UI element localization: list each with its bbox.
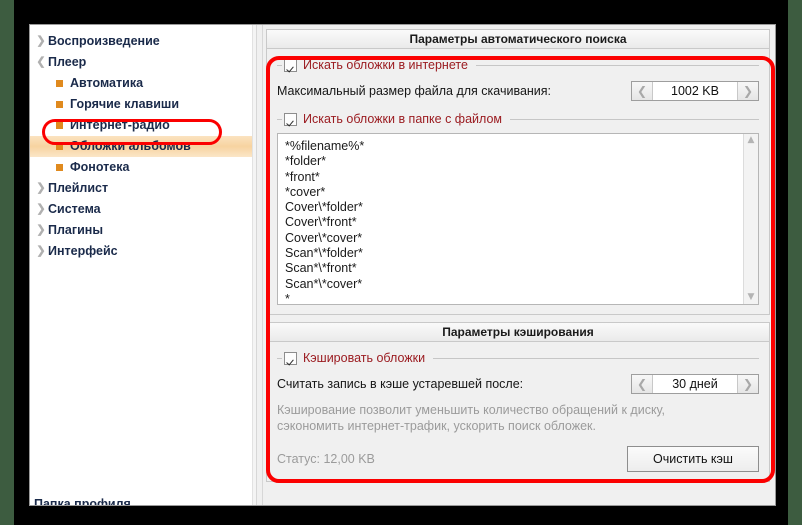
cache-expiry-label: Считать запись в кэше устаревшей после: [277, 377, 524, 391]
sidebar-item-label: Интернет-радио [70, 118, 170, 133]
search-covers-folder-checkbox[interactable] [284, 112, 297, 126]
sidebar-item-label: Система [48, 202, 101, 217]
bullet-square-icon [56, 101, 63, 108]
chevron-right-icon[interactable]: ❯ [34, 225, 48, 236]
internet-search-group: Искать обложки в интернете Максимальный … [277, 58, 759, 101]
sidebar-item-album-covers[interactable]: Обложки альбомов [30, 136, 256, 157]
group-rule-left [277, 357, 282, 359]
max-file-size-row: Максимальный размер файла для скачивания… [277, 81, 759, 101]
chevron-right-icon[interactable]: ❯ [737, 375, 758, 393]
sidebar-scrollbar[interactable] [252, 25, 256, 505]
autosearch-section-title: Параметры автоматического поиска [409, 32, 627, 46]
cover-filename-patterns-textarea[interactable]: *%filename%* *folder* *front* *cover* Co… [277, 133, 759, 305]
search-covers-folder-label: Искать обложки в папке с файлом [303, 112, 503, 126]
settings-content-pane: Параметры автоматического поиска Искать … [263, 25, 775, 505]
autosearch-section-body: Искать обложки в интернете Максимальный … [266, 49, 770, 315]
settings-window: ❯ Воспроизведение ❮ Плеер Автоматика Гор… [29, 24, 776, 506]
cache-covers-group: Кэшировать обложки Считать запись в кэше… [277, 351, 759, 472]
sidebar-item-playlist[interactable]: ❯ Плейлист [30, 178, 256, 199]
sidebar-item-hotkeys[interactable]: Горячие клавиши [30, 94, 256, 115]
caching-help-text: Кэширование позволит уменьшить количеств… [277, 403, 666, 433]
sidebar-item-label: Интерфейс [48, 244, 118, 259]
pane-splitter[interactable] [256, 25, 263, 505]
sidebar-item-playback[interactable]: ❯ Воспроизведение [30, 31, 256, 52]
bullet-square-icon [56, 122, 63, 129]
sidebar-item-media-library[interactable]: Фонотека [30, 157, 256, 178]
search-covers-internet-label: Искать обложки в интернете [303, 58, 468, 72]
patterns-scrollbar[interactable]: ▲ ▼ [743, 134, 758, 304]
group-rule-left [277, 64, 282, 66]
cache-expiry-stepper[interactable]: ❮ 30 дней ❯ [631, 374, 759, 394]
sidebar-item-label: Фонотека [70, 160, 130, 175]
group-rule-right [475, 64, 759, 66]
cache-covers-group-caption[interactable]: Кэшировать обложки [277, 351, 759, 365]
group-rule-right [510, 118, 759, 120]
internet-search-group-caption[interactable]: Искать обложки в интернете [277, 58, 759, 72]
caching-section: Параметры кэширования Кэшировать обложки… [266, 322, 770, 482]
caching-section-title: Параметры кэширования [442, 325, 594, 339]
caching-section-header: Параметры кэширования [266, 322, 770, 342]
profile-folder-link[interactable]: Папка профиля [30, 497, 131, 505]
chevron-right-icon[interactable]: ❯ [34, 204, 48, 215]
clear-cache-button[interactable]: Очистить кэш [627, 446, 759, 472]
sidebar-item-automation[interactable]: Автоматика [30, 73, 256, 94]
max-file-size-value[interactable]: 1002 KB [653, 82, 737, 100]
group-rule-right [433, 357, 759, 359]
bullet-square-icon [56, 164, 63, 171]
autosearch-section-header: Параметры автоматического поиска [266, 29, 770, 49]
chevron-right-icon[interactable]: ❯ [737, 82, 758, 100]
cover-filename-patterns-value[interactable]: *%filename%* *folder* *front* *cover* Co… [278, 134, 743, 304]
sidebar-item-player[interactable]: ❮ Плеер [30, 52, 256, 73]
max-file-size-stepper[interactable]: ❮ 1002 KB ❯ [631, 81, 759, 101]
folder-search-group: Искать обложки в папке с файлом *%filena… [277, 112, 759, 305]
sidebar-item-label: Плеер [48, 55, 87, 70]
group-rule-left [277, 118, 282, 120]
sidebar-item-label: Обложки альбомов [70, 139, 191, 154]
sidebar-item-interface[interactable]: ❯ Интерфейс [30, 241, 256, 262]
bullet-square-icon [56, 80, 63, 87]
sidebar-item-internet-radio[interactable]: Интернет-радио [30, 115, 256, 136]
settings-navigation-tree[interactable]: ❯ Воспроизведение ❮ Плеер Автоматика Гор… [30, 25, 256, 505]
sidebar-item-label: Горячие клавиши [70, 97, 180, 112]
cache-covers-checkbox[interactable] [284, 351, 297, 365]
triangle-down-icon[interactable]: ▼ [748, 293, 755, 302]
search-covers-internet-checkbox[interactable] [284, 58, 297, 72]
sidebar-item-label: Плагины [48, 223, 103, 238]
cache-status-row: Статус: 12,00 KB Очистить кэш [277, 446, 759, 472]
sidebar-item-plugins[interactable]: ❯ Плагины [30, 220, 256, 241]
cache-expiry-row: Считать запись в кэше устаревшей после: … [277, 374, 759, 394]
sidebar-item-system[interactable]: ❯ Система [30, 199, 256, 220]
cache-expiry-value[interactable]: 30 дней [653, 375, 737, 393]
chevron-left-icon[interactable]: ❮ [632, 375, 653, 393]
chevron-down-icon[interactable]: ❮ [34, 57, 48, 68]
folder-search-group-caption[interactable]: Искать обложки в папке с файлом [277, 112, 759, 126]
max-file-size-label: Максимальный размер файла для скачивания… [277, 84, 552, 98]
desktop-left-edge [0, 0, 14, 525]
chevron-right-icon[interactable]: ❯ [34, 246, 48, 257]
screenshot-root: ❯ Воспроизведение ❮ Плеер Автоматика Гор… [0, 0, 802, 525]
bullet-square-icon [56, 143, 63, 150]
desktop-right-edge [788, 0, 802, 525]
cache-covers-label: Кэшировать обложки [303, 351, 426, 365]
cache-status-text: Статус: 12,00 KB [277, 452, 375, 466]
chevron-right-icon[interactable]: ❯ [34, 36, 48, 47]
chevron-right-icon[interactable]: ❯ [34, 183, 48, 194]
sidebar-item-label: Автоматика [70, 76, 144, 91]
triangle-up-icon[interactable]: ▲ [748, 136, 755, 145]
chevron-left-icon[interactable]: ❮ [632, 82, 653, 100]
caching-section-body: Кэшировать обложки Считать запись в кэше… [266, 342, 770, 482]
sidebar-item-label: Воспроизведение [48, 34, 160, 49]
sidebar-item-label: Плейлист [48, 181, 109, 196]
